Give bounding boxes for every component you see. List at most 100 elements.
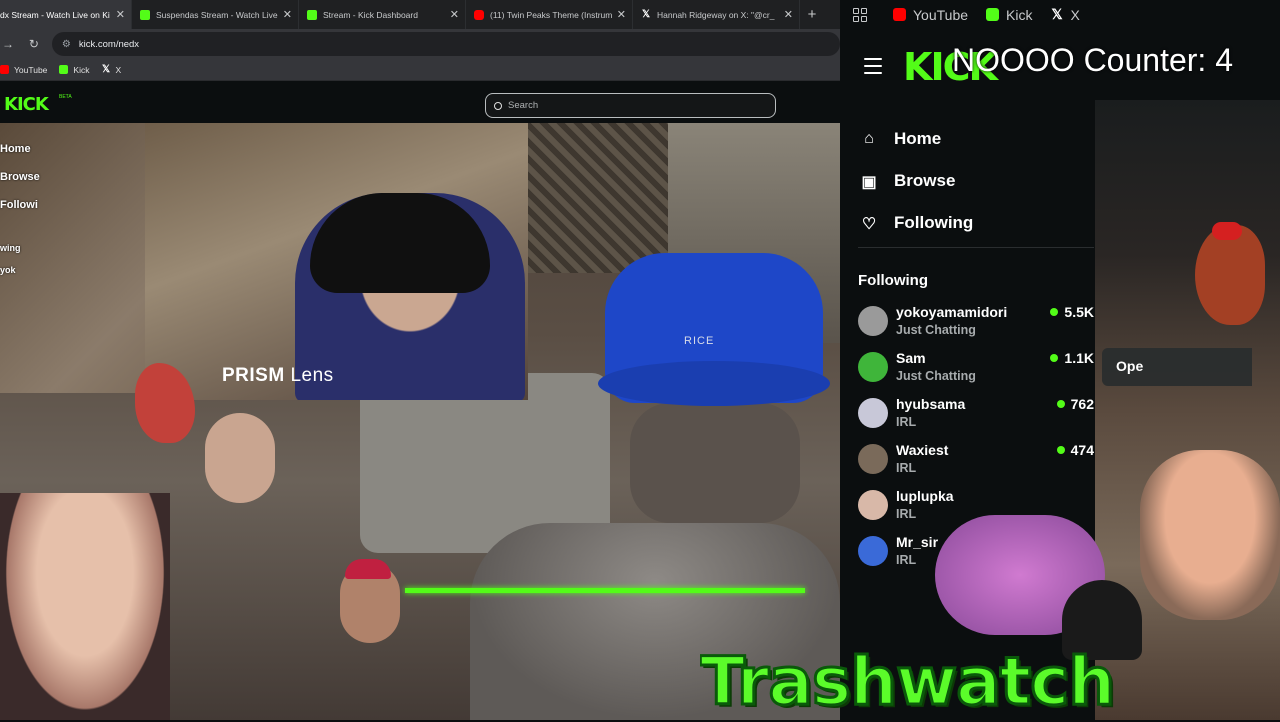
- channel-name: Waxiest: [896, 442, 949, 458]
- bookmark-kick[interactable]: Kick: [59, 65, 89, 75]
- nav-following[interactable]: ♡ Following: [860, 202, 974, 244]
- channel-name: Mr_sir: [896, 534, 939, 550]
- tab-twin-peaks[interactable]: (11) Twin Peaks Theme (Instrum ✕: [466, 0, 633, 29]
- close-tab-icon[interactable]: ✕: [283, 8, 292, 21]
- close-tab-icon[interactable]: ✕: [617, 8, 626, 21]
- live-dot-icon: [1056, 446, 1065, 454]
- live-dot-icon: [1050, 308, 1059, 316]
- search-icon: [494, 101, 502, 110]
- tab-kick-dashboard[interactable]: Stream - Kick Dashboard ✕: [299, 0, 466, 29]
- hat-brim: [598, 361, 830, 406]
- nav-home[interactable]: ⌂ Home: [860, 118, 973, 160]
- following-partial: wing: [0, 243, 21, 253]
- youtube-icon: [0, 65, 9, 74]
- following-item[interactable]: hyubsama IRL 762: [858, 394, 1094, 440]
- channel-partial[interactable]: yok: [0, 265, 16, 275]
- divider: [858, 247, 1094, 248]
- following-heading: Following: [858, 272, 928, 289]
- nav-label: Home: [894, 129, 942, 148]
- nav-label: Following: [894, 213, 974, 232]
- tab-title: (11) Twin Peaks Theme (Instrum: [490, 9, 613, 20]
- tab-nedx-stream[interactable]: dx Stream - Watch Live on Ki ✕: [0, 0, 132, 29]
- address-bar[interactable]: ⚙ kick.com/nedx: [51, 32, 840, 56]
- close-tab-icon[interactable]: ✕: [116, 8, 125, 21]
- bookmarks-bar: YouTube Kick 𝕏 X: [0, 59, 840, 81]
- nav-home[interactable]: Home: [0, 143, 31, 155]
- tab-title: Suspendas Stream - Watch Live: [156, 9, 278, 20]
- left-browser-window: dx Stream - Watch Live on Ki ✕ Suspendas…: [0, 0, 840, 720]
- tab-title: Stream - Kick Dashboard: [323, 9, 418, 20]
- bookmark-x[interactable]: 𝕏 X: [101, 65, 121, 75]
- avatar: [858, 352, 888, 382]
- rooster-cutout: [1195, 225, 1265, 325]
- following-item[interactable]: Mr_sir IRL: [858, 532, 1094, 578]
- bookmark-x[interactable]: 𝕏 X: [1050, 7, 1079, 23]
- close-tab-icon[interactable]: ✕: [784, 8, 793, 21]
- kick-favicon-icon: [307, 9, 317, 20]
- prism-lens-label: PRISM Lens: [222, 365, 334, 387]
- viewer-count: 5.5K: [1050, 304, 1094, 320]
- bookmark-label: Kick: [73, 64, 90, 75]
- nav-browse[interactable]: Browse: [0, 171, 40, 183]
- apps-grid-icon[interactable]: [853, 7, 867, 22]
- nav-following[interactable]: Followi: [0, 199, 38, 211]
- heart-icon: ♡: [861, 216, 877, 233]
- forward-icon[interactable]: →: [0, 37, 16, 51]
- site-info-icon[interactable]: ⚙: [62, 39, 71, 50]
- prism-camera-overlay: PRISM Lens: [145, 123, 528, 400]
- avatar: [858, 306, 888, 336]
- stream-video[interactable]: RICE PRISM Lens: [0, 123, 840, 720]
- url-text: kick.com/nedx: [78, 38, 140, 50]
- kick-logo[interactable]: KICK: [4, 94, 49, 115]
- viewer-count-text: 474: [1070, 442, 1094, 458]
- channel-name: hyubsama: [896, 396, 966, 412]
- bookmark-label: Kick: [1006, 6, 1033, 23]
- viewer-count-text: 762: [1070, 396, 1094, 412]
- channel-name: yokoyamamidori: [896, 304, 1008, 320]
- bookmark-youtube[interactable]: YouTube: [0, 65, 47, 75]
- youtube-favicon-icon: [474, 9, 484, 20]
- bookmark-label: YouTube: [14, 64, 48, 75]
- nav-browse[interactable]: ▣ Browse: [860, 160, 973, 202]
- sidebar-nav: ⌂ Home ▣ Browse ♡ Following: [860, 118, 973, 244]
- open-chip[interactable]: Ope: [1102, 348, 1252, 386]
- reload-icon[interactable]: ↻: [26, 37, 42, 51]
- avatar: [858, 536, 888, 566]
- following-item[interactable]: Waxiest IRL 474: [858, 440, 1094, 486]
- viewer-count-text: 1.1K: [1064, 350, 1094, 366]
- channel-category: IRL: [896, 507, 917, 521]
- home-icon: ⌂: [864, 130, 874, 147]
- tab-hannah-ridgeway[interactable]: 𝕏 Hannah Ridgeway on X: "@cr_ ✕: [633, 0, 800, 29]
- smiling-man-cutout: [1140, 450, 1280, 620]
- viewer-count-text: 5.5K: [1064, 304, 1094, 320]
- progress-line: [405, 588, 805, 593]
- bald-man-cutout: [0, 493, 170, 720]
- prism-label-bold: PRISM: [222, 365, 285, 386]
- right-bookmarks-bar: YouTube Kick 𝕏 X: [840, 0, 1280, 29]
- bookmark-label: YouTube: [913, 6, 969, 23]
- bookmark-kick[interactable]: Kick: [986, 7, 1032, 23]
- red-cap: [345, 559, 391, 579]
- kick-favicon-icon: [140, 9, 150, 20]
- x-icon: 𝕏: [1051, 6, 1063, 22]
- tab-strip: dx Stream - Watch Live on Ki ✕ Suspendas…: [0, 0, 840, 29]
- prism-label-rest: Lens: [284, 365, 334, 386]
- following-item[interactable]: luplupka IRL: [858, 486, 1094, 532]
- browser-toolbar: → ↻ ⚙ kick.com/nedx: [0, 29, 840, 59]
- following-list: yokoyamamidori Just Chatting 5.5K Sam Ju…: [858, 302, 1094, 578]
- rooster-comb: [1212, 222, 1242, 240]
- following-item[interactable]: yokoyamamidori Just Chatting 5.5K: [858, 302, 1094, 348]
- menu-icon[interactable]: [864, 58, 882, 74]
- beta-badge: BETA: [59, 94, 72, 100]
- bookmark-youtube[interactable]: YouTube: [893, 7, 968, 23]
- live-dot-icon: [1050, 354, 1059, 362]
- following-item[interactable]: Sam Just Chatting 1.1K: [858, 348, 1094, 394]
- new-tab-icon[interactable]: +: [800, 6, 824, 23]
- close-tab-icon[interactable]: ✕: [450, 8, 459, 21]
- search-input[interactable]: Search: [485, 93, 776, 118]
- viewer-count: 762: [1056, 396, 1094, 412]
- trashwatch-banner: Trashwatch: [700, 642, 1117, 722]
- tab-suspendas-stream[interactable]: Suspendas Stream - Watch Live ✕: [132, 0, 299, 29]
- kick-sidebar-partial: Home Browse Followi wing yok: [0, 123, 40, 283]
- channel-category: Just Chatting: [896, 369, 976, 383]
